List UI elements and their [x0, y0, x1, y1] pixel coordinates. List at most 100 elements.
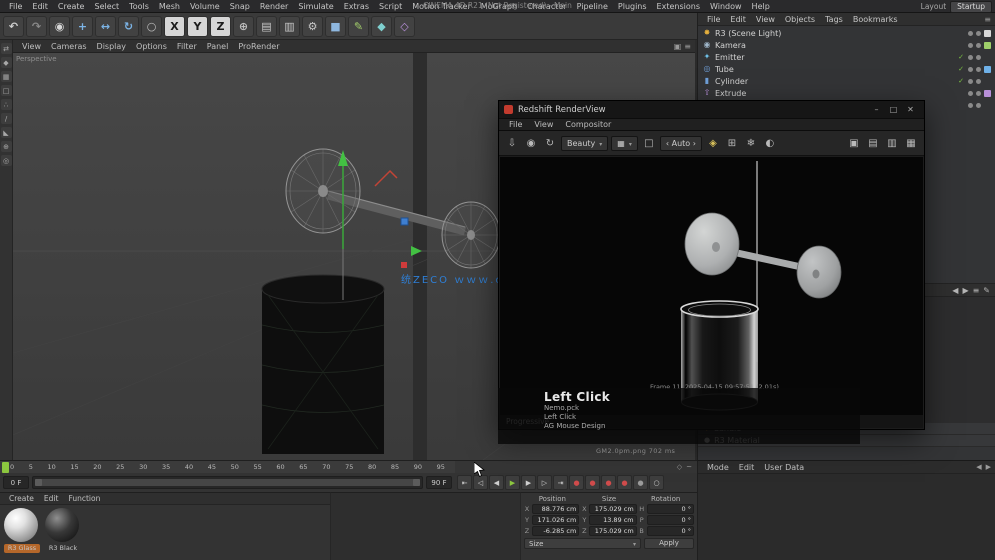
texture-tag-icon[interactable] [984, 65, 991, 73]
viewport-menu-item[interactable]: Options [131, 42, 172, 51]
image-icon[interactable]: ▤ [865, 135, 881, 151]
key-rotation-button[interactable]: ● [617, 475, 632, 490]
aov-select[interactable]: Beauty [561, 135, 609, 151]
size-field[interactable]: 13.89 cm [589, 515, 637, 525]
position-field[interactable]: -6.285 cm [532, 526, 580, 536]
render-visibility-dot[interactable] [976, 78, 981, 84]
range-end-field[interactable]: 90 F [426, 476, 452, 489]
record-button[interactable]: ● [569, 475, 584, 490]
menu-item[interactable]: Tools [124, 2, 154, 11]
edges-mode-icon[interactable]: / [0, 113, 12, 124]
layout-preset-select[interactable]: Startup [950, 0, 992, 13]
menu-item[interactable]: Pipeline [572, 2, 613, 11]
solo-icon[interactable]: ◎ [0, 155, 12, 166]
workplane-icon[interactable]: □ [0, 85, 12, 96]
rotation-field[interactable]: 0 ° [646, 515, 694, 525]
object-row[interactable]: ✸ R3 (Scene Light) [698, 27, 995, 39]
grid-icon[interactable]: ⊞ [724, 135, 740, 151]
channels-icon[interactable]: ▦ [903, 135, 919, 151]
split-icon[interactable]: ▥ [884, 135, 900, 151]
go-to-start-button[interactable]: ⇤ [457, 475, 472, 490]
lock-icon[interactable]: ◈ [705, 135, 721, 151]
material-menu-item[interactable]: Function [63, 494, 105, 503]
editor-visibility-dot[interactable] [968, 54, 973, 60]
object-row[interactable]: ◎ Tube ✓ [698, 63, 995, 75]
coord-mode-select[interactable]: Size [524, 538, 641, 549]
cube-primitive-icon[interactable]: ■ [325, 15, 346, 37]
viewport-menu-item[interactable]: Cameras [46, 42, 92, 51]
axis-z-button[interactable]: Z [210, 15, 231, 37]
scale-tool-icon[interactable]: ↔ [95, 15, 116, 37]
enabled-check-icon[interactable]: ✓ [957, 77, 965, 85]
menu-item[interactable]: Script [374, 2, 407, 11]
axis-x-button[interactable]: X [164, 15, 185, 37]
edit-icon[interactable]: ✎ [983, 286, 990, 295]
key-scale-button[interactable]: ● [601, 475, 616, 490]
attribute-menu-item[interactable]: Edit [734, 463, 760, 472]
panel-menu-icon[interactable]: ≡ [684, 42, 691, 51]
render-visibility-dot[interactable] [976, 102, 981, 108]
range-handle-left[interactable] [35, 479, 42, 486]
menu-item[interactable]: Extensions [652, 2, 705, 11]
viewport-menu-item[interactable]: ProRender [233, 42, 284, 51]
snapshot-select[interactable]: ‹ Auto › [659, 135, 702, 151]
viewport-menu-item[interactable]: Display [92, 42, 132, 51]
menu-item[interactable]: Window [705, 2, 747, 11]
keyframe-bar-icon[interactable]: ◇ [677, 463, 682, 471]
rotation-field[interactable]: 0 ° [646, 504, 694, 514]
material-menu-item[interactable]: Edit [39, 494, 64, 503]
menu-item[interactable]: Help [747, 2, 775, 11]
panel-single-view-icon[interactable]: ▣ [674, 42, 682, 51]
next-frame-button[interactable]: ▶ [521, 475, 536, 490]
object-row[interactable]: ◉ Kamera [698, 39, 995, 51]
menu-item[interactable]: Create [53, 2, 90, 11]
minimize-button[interactable]: – [868, 105, 885, 114]
redo-icon[interactable]: ↷ [26, 15, 47, 37]
points-mode-icon[interactable]: ∴ [0, 99, 12, 110]
editor-visibility-dot[interactable] [968, 30, 973, 36]
viewport-menu-item[interactable]: View [17, 42, 46, 51]
object-manager-menu-item[interactable]: Edit [725, 15, 751, 24]
texture-tag-icon[interactable] [984, 89, 991, 97]
model-mode-icon[interactable]: ◆ [0, 57, 12, 68]
pen-tool-icon[interactable]: ✎ [348, 15, 369, 37]
object-row[interactable]: ▮ Cylinder ✓ [698, 75, 995, 87]
render-picture-viewer-icon[interactable]: ▥ [279, 15, 300, 37]
material-menu-item[interactable]: Create [4, 494, 39, 503]
viewport-menu-item[interactable]: Filter [172, 42, 202, 51]
object-manager-menu-item[interactable]: Tags [820, 15, 848, 24]
texture-mode-icon[interactable]: ▦ [0, 71, 12, 82]
object-manager-menu-item[interactable]: Objects [780, 15, 820, 24]
convert-object-icon[interactable]: ⇄ [0, 43, 12, 54]
axis-lock-icon[interactable]: ⊕ [0, 141, 12, 152]
close-button[interactable]: ✕ [902, 105, 919, 114]
menu-item[interactable]: Edit [27, 2, 53, 11]
editor-visibility-dot[interactable] [968, 90, 973, 96]
editor-visibility-dot[interactable] [968, 66, 973, 72]
enabled-check-icon[interactable]: ✓ [957, 53, 965, 61]
menu-item[interactable]: Mesh [154, 2, 185, 11]
next-key-button[interactable]: ▷ [537, 475, 552, 490]
editor-visibility-dot[interactable] [968, 102, 973, 108]
attribute-menu-item[interactable]: Mode [702, 463, 734, 472]
previous-frame-button[interactable]: ◀ [489, 475, 504, 490]
editor-visibility-dot[interactable] [968, 42, 973, 48]
render-visibility-dot[interactable] [976, 42, 981, 48]
position-field[interactable]: 88.776 cm [532, 504, 580, 514]
object-manager-menu-item[interactable]: File [702, 15, 725, 24]
render-visibility-dot[interactable] [976, 90, 981, 96]
render-visibility-dot[interactable] [976, 54, 981, 60]
coord-system-icon[interactable]: ⊕ [233, 15, 254, 37]
live-selection-icon[interactable]: ◉ [49, 15, 70, 37]
move-tool-icon[interactable]: + [72, 15, 93, 37]
render-view-icon[interactable]: ▤ [256, 15, 277, 37]
layers-icon[interactable]: ▣ [846, 135, 862, 151]
range-bar[interactable] [35, 479, 420, 486]
timeline-ruler[interactable]: 0 5 10 15 20 25 30 35 40 45 50 55 60 65 70 75 80 85 90 95 [0, 460, 455, 473]
menu-item[interactable]: Plugins [613, 2, 652, 11]
menu-item[interactable]: Snap [225, 2, 255, 11]
menu-item[interactable]: Simulate [293, 2, 338, 11]
renderview-menu-item[interactable]: View [528, 120, 559, 129]
size-field[interactable]: 175.029 cm [589, 504, 637, 514]
viewport-menu-item[interactable]: Panel [202, 42, 234, 51]
